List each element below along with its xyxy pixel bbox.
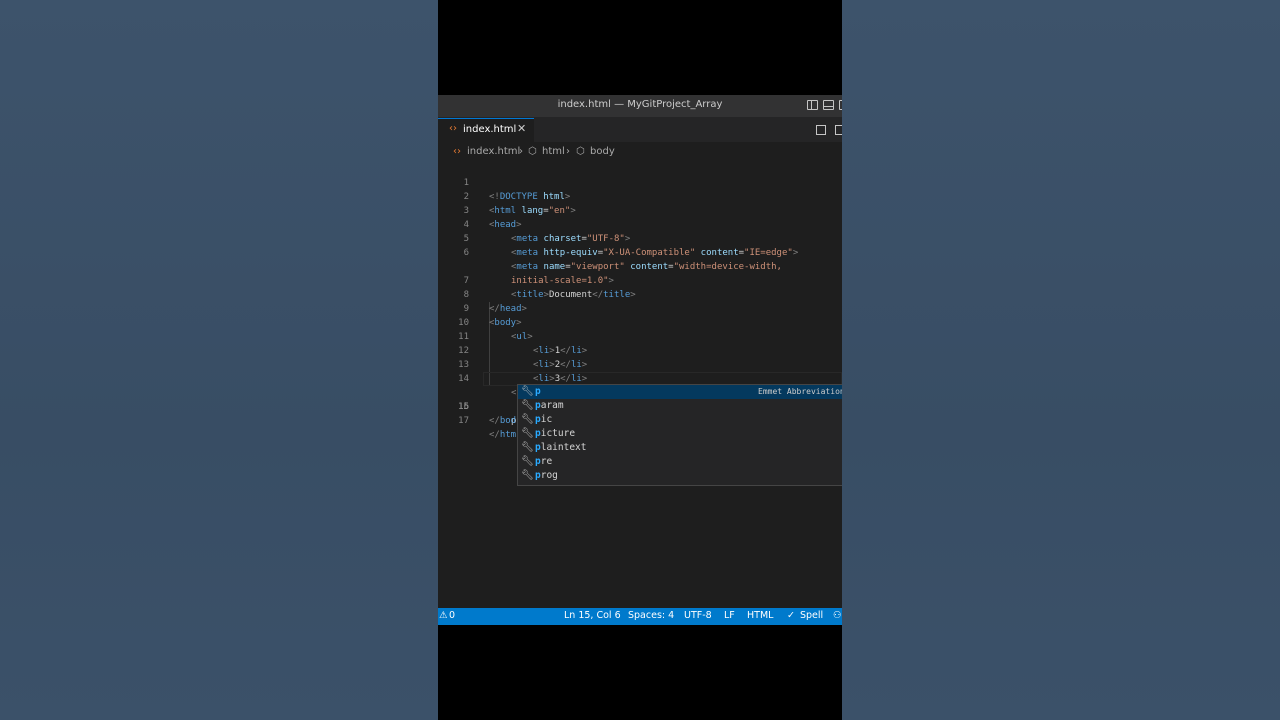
check-icon: ✓ — [787, 610, 795, 621]
suggestion-item[interactable]: 🔧︎ param — [518, 399, 842, 413]
split-editor-icon[interactable] — [835, 125, 842, 135]
tab-bar: ‹› index.html ✕ — [438, 118, 842, 142]
code-text: </bod — [489, 416, 517, 426]
warning-icon[interactable]: ⚠ — [439, 610, 448, 621]
code-line: 3 <head> — [438, 190, 842, 230]
toggle-panel-icon[interactable] — [823, 100, 834, 110]
code-line: 10 <ul> — [438, 302, 842, 342]
suggestion-item[interactable]: 🔧︎ p Emmet Abbreviation — [518, 385, 842, 399]
element-cube-icon: ⬡ — [576, 146, 585, 157]
suggestion-item[interactable]: 🔧︎ pre — [518, 455, 842, 469]
wrench-icon: 🔧︎ — [521, 470, 534, 481]
indentation[interactable]: Spaces: 4 — [628, 610, 674, 621]
code-line: 11 <li>1</li> — [438, 316, 842, 356]
suggestion-detail: Emmet Abbreviation — [758, 387, 842, 396]
tab-index-html[interactable]: ‹› index.html ✕ — [438, 118, 534, 142]
code-line: 2 <html lang="en"> — [438, 176, 842, 216]
code-line: 6 <meta name="viewport" content="width=d… — [438, 232, 842, 272]
cursor-position[interactable]: Ln 15, Col 6 — [564, 610, 621, 621]
end-of-line[interactable]: LF — [724, 610, 735, 621]
suggestion-item[interactable]: 🔧︎ prog — [518, 469, 842, 483]
toggle-sidebar-icon[interactable] — [807, 100, 818, 110]
code-line-wrapped: initial-scale=1.0"> — [438, 246, 842, 286]
title-bar: index.html — MyGitProject_Array — [438, 95, 842, 118]
language-mode[interactable]: HTML — [747, 610, 773, 621]
code-line: 4 <meta charset="UTF-8"> — [438, 204, 842, 244]
problems-count[interactable]: 0 — [449, 610, 455, 621]
code-line: 8 </head> — [438, 274, 842, 314]
toggle-secondary-sidebar-icon[interactable] — [839, 100, 842, 110]
element-cube-icon: ⬡ — [528, 146, 537, 157]
breadcrumb-file[interactable]: index.html — [467, 146, 520, 157]
wrench-icon: 🔧︎ — [521, 428, 534, 439]
breadcrumb-body[interactable]: body — [590, 146, 615, 157]
html-code-icon: ‹› — [449, 123, 457, 134]
window-title: index.html — MyGitProject_Array — [557, 99, 723, 110]
wrench-icon: 🔧︎ — [521, 400, 534, 411]
close-tab-icon[interactable]: ✕ — [517, 122, 526, 135]
code-line: 13 <li>3</li> — [438, 344, 842, 384]
encoding[interactable]: UTF-8 — [684, 610, 712, 621]
code-line: 9 <body> — [438, 288, 842, 328]
suggestion-item[interactable]: 🔧︎ picture — [518, 427, 842, 441]
background-right — [842, 0, 1280, 720]
breadcrumb: ‹› index.html › ⬡ html › ⬡ body — [438, 142, 842, 162]
line-number: 17 — [458, 416, 469, 426]
wrench-icon: 🔧︎ — [521, 442, 534, 453]
wrench-icon: 🔧︎ — [521, 386, 534, 397]
vscode-window: index.html — MyGitProject_Array ‹› index… — [438, 95, 842, 625]
code-line: 7 <title>Document</title> — [438, 260, 842, 300]
code-line: 12 <li>2</li> — [438, 330, 842, 370]
code-text: </htm — [489, 430, 517, 440]
code-line: 5 <meta http-equiv="X-UA-Compatible" con… — [438, 218, 842, 258]
code-line: 14 </ul> — [438, 358, 842, 398]
breadcrumb-html[interactable]: html — [542, 146, 565, 157]
tab-label: index.html — [463, 124, 517, 135]
suggestion-widget: 🔧︎ p Emmet Abbreviation 🔧︎ param 🔧︎ pic … — [517, 384, 842, 486]
status-bar: ⚠ 0 Ln 15, Col 6 Spaces: 4 UTF-8 LF HTML… — [438, 608, 842, 625]
html-file-icon: ‹› — [453, 146, 461, 157]
open-preview-icon[interactable] — [816, 125, 826, 135]
spell-check[interactable]: Spell — [800, 610, 823, 621]
suggestion-item[interactable]: 🔧︎ pic — [518, 413, 842, 427]
background-left — [0, 0, 438, 720]
wrench-icon: 🔧︎ — [521, 456, 534, 467]
accounts-icon[interactable]: ⚇ — [833, 610, 842, 621]
code-line: 1 <!DOCTYPE html> — [438, 162, 842, 202]
wrench-icon: 🔧︎ — [521, 414, 534, 425]
suggestion-item[interactable]: 🔧︎ plaintext — [518, 441, 842, 455]
breadcrumb-separator: › — [566, 146, 570, 157]
video-frame: index.html — MyGitProject_Array ‹› index… — [438, 0, 842, 720]
breadcrumb-separator: › — [519, 146, 523, 157]
